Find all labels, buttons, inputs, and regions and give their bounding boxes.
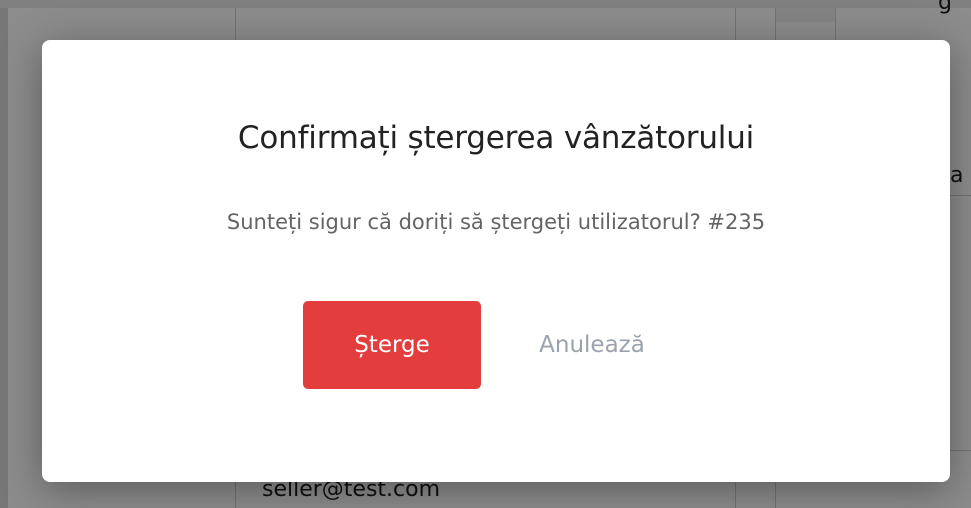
dialog-message: Sunteți sigur că doriți să ștergeți util… — [226, 210, 766, 234]
dialog-title: Confirmați ștergerea vânzătorului — [237, 120, 755, 156]
delete-button[interactable]: Șterge — [303, 301, 481, 389]
cancel-button[interactable]: Anulează — [512, 301, 672, 389]
confirm-delete-dialog: Confirmați ștergerea vânzătorului Sunteț… — [42, 40, 950, 482]
